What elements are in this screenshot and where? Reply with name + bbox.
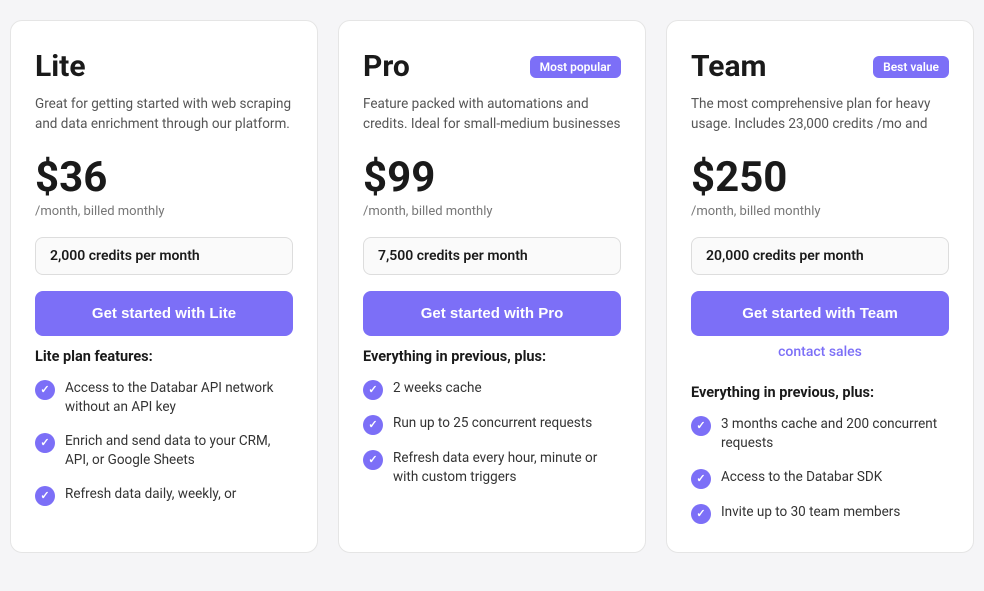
features-title: Lite plan features: bbox=[35, 348, 293, 365]
credits-box: 20,000 credits per month bbox=[691, 237, 949, 275]
plan-card-lite: Lite Great for getting started with web … bbox=[10, 20, 318, 553]
credits-box: 7,500 credits per month bbox=[363, 237, 621, 275]
feature-item: Run up to 25 concurrent requests bbox=[363, 414, 621, 435]
features-title: Everything in previous, plus: bbox=[363, 348, 621, 365]
check-icon bbox=[691, 416, 711, 436]
feature-item: 3 months cache and 200 concurrent reques… bbox=[691, 415, 949, 454]
plan-billing: /month, billed monthly bbox=[35, 204, 293, 219]
features-list: Access to the Databar API network withou… bbox=[35, 379, 293, 506]
check-icon bbox=[363, 450, 383, 470]
check-icon bbox=[363, 415, 383, 435]
features-list: 3 months cache and 200 concurrent reques… bbox=[691, 415, 949, 524]
check-icon bbox=[35, 486, 55, 506]
plan-price: $250 bbox=[691, 153, 949, 202]
plan-billing: /month, billed monthly bbox=[691, 204, 949, 219]
team-badge: Best value bbox=[873, 56, 949, 78]
credits-box: 2,000 credits per month bbox=[35, 237, 293, 275]
contact-sales-link[interactable]: contact sales bbox=[691, 344, 949, 360]
plan-card-pro: Pro Most popular Feature packed with aut… bbox=[338, 20, 646, 553]
feature-text: Run up to 25 concurrent requests bbox=[393, 414, 592, 434]
feature-text: Access to the Databar API network withou… bbox=[65, 379, 293, 418]
features-title: Everything in previous, plus: bbox=[691, 384, 949, 401]
check-icon bbox=[35, 380, 55, 400]
plan-header: Pro Most popular bbox=[363, 49, 621, 84]
feature-text: Refresh data daily, weekly, or bbox=[65, 485, 236, 505]
check-icon bbox=[35, 433, 55, 453]
feature-item: Access to the Databar API network withou… bbox=[35, 379, 293, 418]
plan-description: Great for getting started with web scrap… bbox=[35, 94, 293, 135]
plan-header: Team Best value bbox=[691, 49, 949, 84]
check-icon bbox=[363, 380, 383, 400]
plan-description: Feature packed with automations and cred… bbox=[363, 94, 621, 135]
lite-cta-button[interactable]: Get started with Lite bbox=[35, 291, 293, 336]
features-list: 2 weeks cache Run up to 25 concurrent re… bbox=[363, 379, 621, 488]
feature-item: Refresh data every hour, minute or with … bbox=[363, 449, 621, 488]
plan-price: $99 bbox=[363, 153, 621, 202]
feature-item: Enrich and send data to your CRM, API, o… bbox=[35, 432, 293, 471]
feature-item: Refresh data daily, weekly, or bbox=[35, 485, 293, 506]
feature-text: Invite up to 30 team members bbox=[721, 503, 900, 523]
team-cta-button[interactable]: Get started with Team bbox=[691, 291, 949, 336]
plan-price: $36 bbox=[35, 153, 293, 202]
plan-card-team: Team Best value The most comprehensive p… bbox=[666, 20, 974, 553]
pricing-grid: Lite Great for getting started with web … bbox=[10, 20, 974, 553]
plan-header: Lite bbox=[35, 49, 293, 84]
feature-item: 2 weeks cache bbox=[363, 379, 621, 400]
check-icon bbox=[691, 469, 711, 489]
plan-name: Pro bbox=[363, 49, 410, 84]
feature-text: Refresh data every hour, minute or with … bbox=[393, 449, 621, 488]
feature-text: Access to the Databar SDK bbox=[721, 468, 882, 488]
pro-cta-button[interactable]: Get started with Pro bbox=[363, 291, 621, 336]
plan-description: The most comprehensive plan for heavy us… bbox=[691, 94, 949, 135]
plan-billing: /month, billed monthly bbox=[363, 204, 621, 219]
pro-badge: Most popular bbox=[530, 56, 621, 78]
feature-text: 3 months cache and 200 concurrent reques… bbox=[721, 415, 949, 454]
feature-item: Invite up to 30 team members bbox=[691, 503, 949, 524]
feature-item: Access to the Databar SDK bbox=[691, 468, 949, 489]
plan-name: Lite bbox=[35, 49, 86, 84]
feature-text: 2 weeks cache bbox=[393, 379, 482, 399]
plan-name: Team bbox=[691, 49, 766, 84]
feature-text: Enrich and send data to your CRM, API, o… bbox=[65, 432, 293, 471]
check-icon bbox=[691, 504, 711, 524]
